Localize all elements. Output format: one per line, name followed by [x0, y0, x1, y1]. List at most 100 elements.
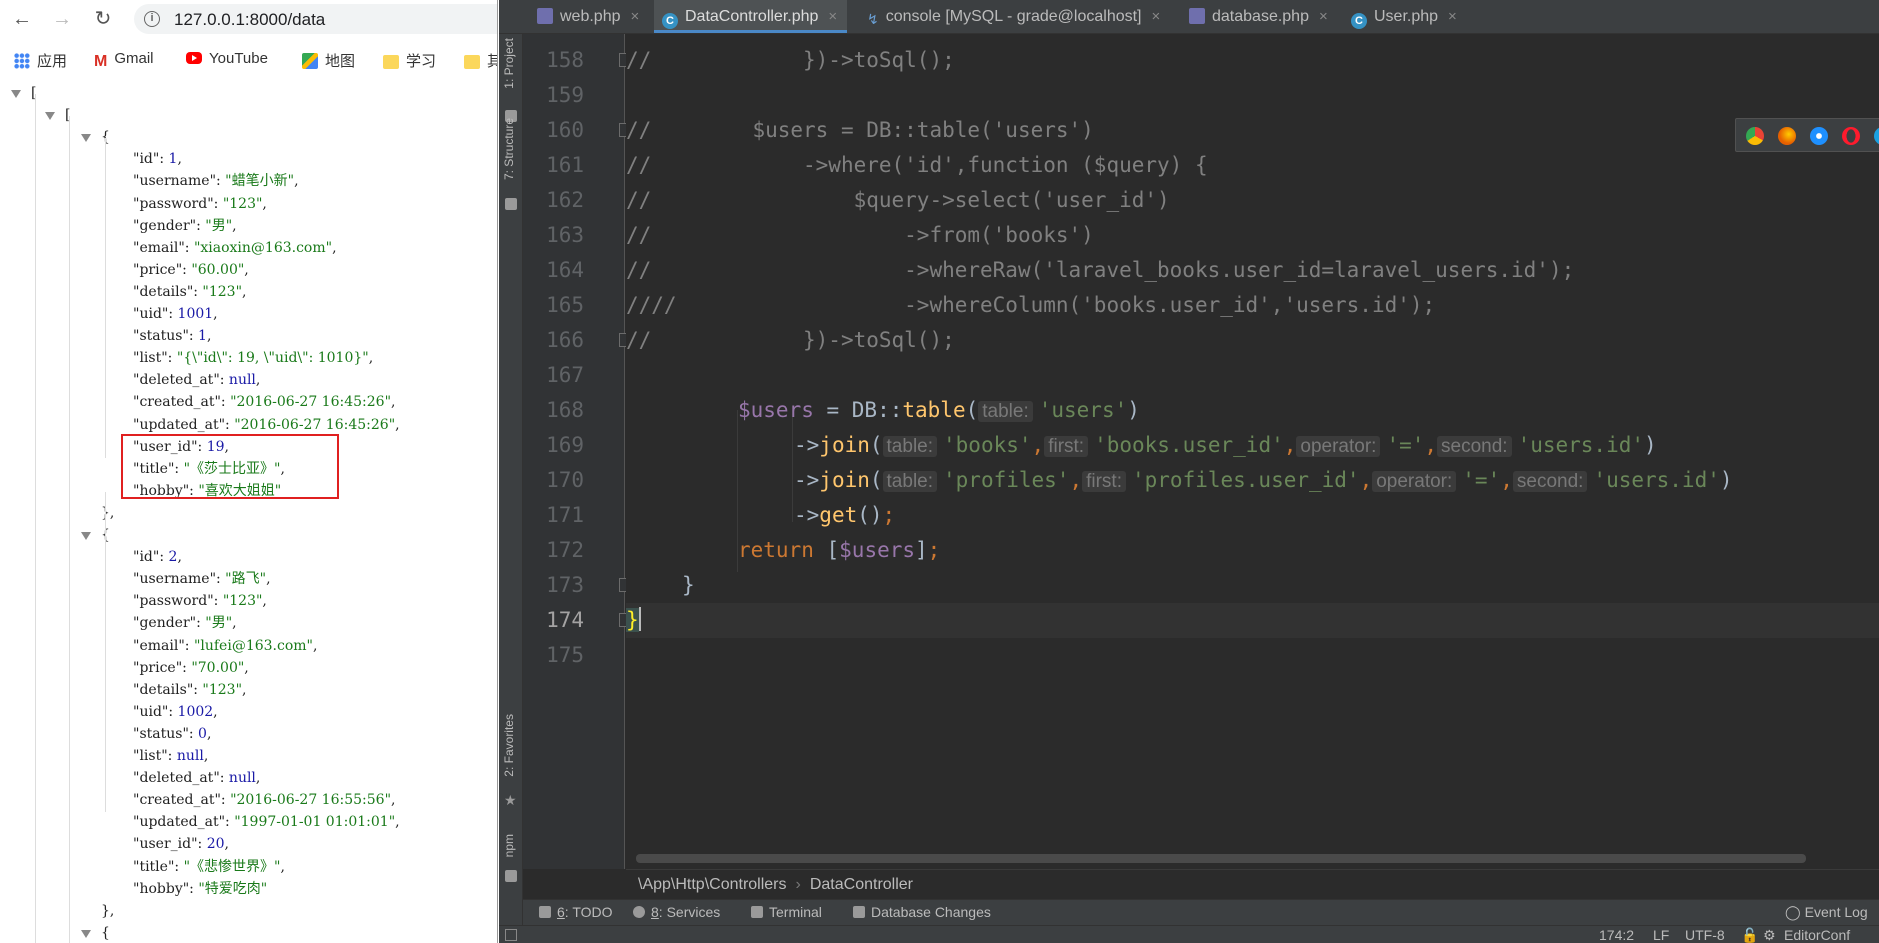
- line-number[interactable]: 159: [546, 78, 584, 113]
- json-value: "{\"id\": 19, \"uid\": 1010}": [176, 350, 369, 367]
- tool-event-log[interactable]: ◯ Event Log: [1785, 904, 1868, 921]
- line-number[interactable]: 161: [546, 148, 584, 183]
- line-separator[interactable]: LF: [1653, 927, 1669, 943]
- tool-project[interactable]: 1: Project: [502, 38, 516, 89]
- line-number[interactable]: 173: [546, 568, 584, 603]
- json-key: id: [139, 549, 153, 566]
- line-number[interactable]: 174: [546, 603, 584, 638]
- address-bar[interactable]: i 127.0.0.1:8000/data: [134, 4, 497, 34]
- json-value: "60.00": [191, 261, 245, 278]
- line-number[interactable]: 167: [546, 358, 584, 393]
- bookmark-folder-other[interactable]: 其: [464, 50, 497, 71]
- close-icon[interactable]: ×: [828, 8, 837, 25]
- forward-arrow-icon[interactable]: →: [50, 7, 74, 31]
- opera-icon[interactable]: [1842, 127, 1860, 145]
- code-line-173: }: [682, 573, 695, 597]
- parameter-hint: second:: [1512, 471, 1588, 492]
- line-number[interactable]: 171: [546, 498, 584, 533]
- json-key: gender: [139, 217, 190, 234]
- line-number[interactable]: 158: [546, 43, 584, 78]
- close-icon[interactable]: ×: [631, 8, 640, 25]
- chrome-icon[interactable]: [1746, 127, 1764, 145]
- json-value: "《悲惨世界》": [183, 858, 281, 875]
- line-number[interactable]: 166: [546, 323, 584, 358]
- tab-datacontroller-php[interactable]: C DataController.php ×: [654, 0, 848, 33]
- json-key: price: [139, 261, 176, 278]
- fold-toggle-icon[interactable]: [11, 90, 21, 98]
- fold-toggle-icon[interactable]: [81, 929, 91, 938]
- json-key: gender: [139, 615, 190, 632]
- line-number[interactable]: 175: [546, 638, 584, 673]
- tab-database-php[interactable]: database.php ×: [1189, 0, 1328, 33]
- line-number[interactable]: 169: [546, 428, 584, 463]
- json-value: null: [228, 770, 256, 787]
- line-number[interactable]: 172: [546, 533, 584, 568]
- caret-position[interactable]: 174:2: [1599, 927, 1634, 943]
- breadcrumb-class[interactable]: DataController: [810, 876, 913, 893]
- fold-toggle-icon[interactable]: [81, 134, 91, 143]
- lock-icon[interactable]: 🔓: [1741, 927, 1758, 943]
- json-value: 1001: [177, 306, 214, 322]
- internet-explorer-icon[interactable]: e: [1874, 127, 1879, 145]
- code-editor[interactable]: // })->toSql(); // $users = DB::table('u…: [626, 34, 1879, 869]
- horizontal-scrollbar[interactable]: [636, 854, 1806, 863]
- editor-tab-bar: web.php × C DataController.php × ↯ console […: [499, 0, 1879, 34]
- fold-toggle-icon[interactable]: [81, 532, 91, 540]
- line-number[interactable]: 162: [546, 183, 584, 218]
- json-line: },: [101, 902, 115, 919]
- parameter-hint: second:: [1437, 436, 1512, 457]
- line-number[interactable]: 168: [546, 393, 584, 428]
- panel-toggle-icon[interactable]: [505, 929, 517, 941]
- json-value: 1002: [177, 703, 214, 720]
- tool-favorites[interactable]: 2: Favorites: [502, 714, 516, 777]
- line-number[interactable]: 170: [546, 463, 584, 498]
- current-line-highlight: [626, 603, 1879, 638]
- line-number[interactable]: 164: [546, 253, 584, 288]
- json-line: "password": "123",: [133, 195, 267, 212]
- json-value: "123": [222, 593, 263, 610]
- tab-user-php[interactable]: C User.php ×: [1351, 0, 1457, 33]
- json-line: "email": "lufei@163.com",: [133, 637, 318, 654]
- matched-brace: }: [626, 608, 639, 632]
- tool-npm[interactable]: npm: [502, 834, 516, 857]
- url-text[interactable]: 127.0.0.1:8000/data: [174, 10, 325, 30]
- safari-icon[interactable]: [1810, 127, 1828, 145]
- tab-console-mysql[interactable]: ↯ console [MySQL - grade@localhost] ×: [867, 0, 1160, 33]
- json-value: null: [228, 372, 256, 389]
- json-line: "uid": 1001,: [133, 306, 218, 322]
- tool-todo[interactable]: 6: TODO: [539, 904, 613, 920]
- back-arrow-icon[interactable]: ←: [10, 7, 34, 31]
- info-icon[interactable]: i: [144, 11, 160, 27]
- tool-services[interactable]: 8: Services: [633, 904, 720, 920]
- close-icon[interactable]: ×: [1152, 8, 1161, 25]
- json-key: deleted_at: [139, 372, 214, 389]
- bookmark-youtube[interactable]: YouTube: [186, 50, 268, 67]
- tool-terminal[interactable]: Terminal: [751, 904, 822, 920]
- json-key: username: [139, 173, 210, 190]
- breadcrumb-namespace[interactable]: \App\Http\Controllers: [638, 876, 787, 893]
- fold-toggle-icon[interactable]: [45, 112, 55, 121]
- bookmark-apps[interactable]: 应用: [14, 50, 67, 71]
- json-line: "updated_at": "1997-01-01 01:01:01",: [133, 814, 400, 831]
- code-line-161: // ->where('id',function ($query) {: [626, 153, 1208, 177]
- reload-icon[interactable]: ↻: [91, 7, 115, 31]
- firefox-icon[interactable]: [1778, 127, 1796, 145]
- json-value: "2016-06-27 16:55:56": [230, 792, 392, 809]
- file-encoding[interactable]: UTF-8: [1685, 927, 1725, 943]
- bookmark-gmail[interactable]: M Gmail: [94, 50, 154, 70]
- json-value: "1997-01-01 01:01:01": [234, 814, 396, 831]
- parameter-hint: operator:: [1372, 471, 1457, 492]
- line-number[interactable]: 163: [546, 218, 584, 253]
- tab-web-php[interactable]: web.php ×: [537, 0, 639, 33]
- bookmark-maps[interactable]: 地图: [302, 50, 355, 71]
- code-line-170: ->join(table:'profiles', first:'profiles.…: [794, 468, 1733, 492]
- close-icon[interactable]: ×: [1448, 8, 1457, 25]
- editorconfig-status[interactable]: EditorConf: [1784, 927, 1850, 943]
- line-number[interactable]: 160: [546, 113, 584, 148]
- tool-structure[interactable]: 7: Structure: [502, 118, 516, 180]
- tree-guide-line: [105, 138, 106, 458]
- close-icon[interactable]: ×: [1319, 8, 1328, 25]
- line-number[interactable]: 165: [546, 288, 584, 323]
- tool-database-changes[interactable]: Database Changes: [853, 904, 991, 920]
- bookmark-folder-study[interactable]: 学习: [383, 50, 436, 71]
